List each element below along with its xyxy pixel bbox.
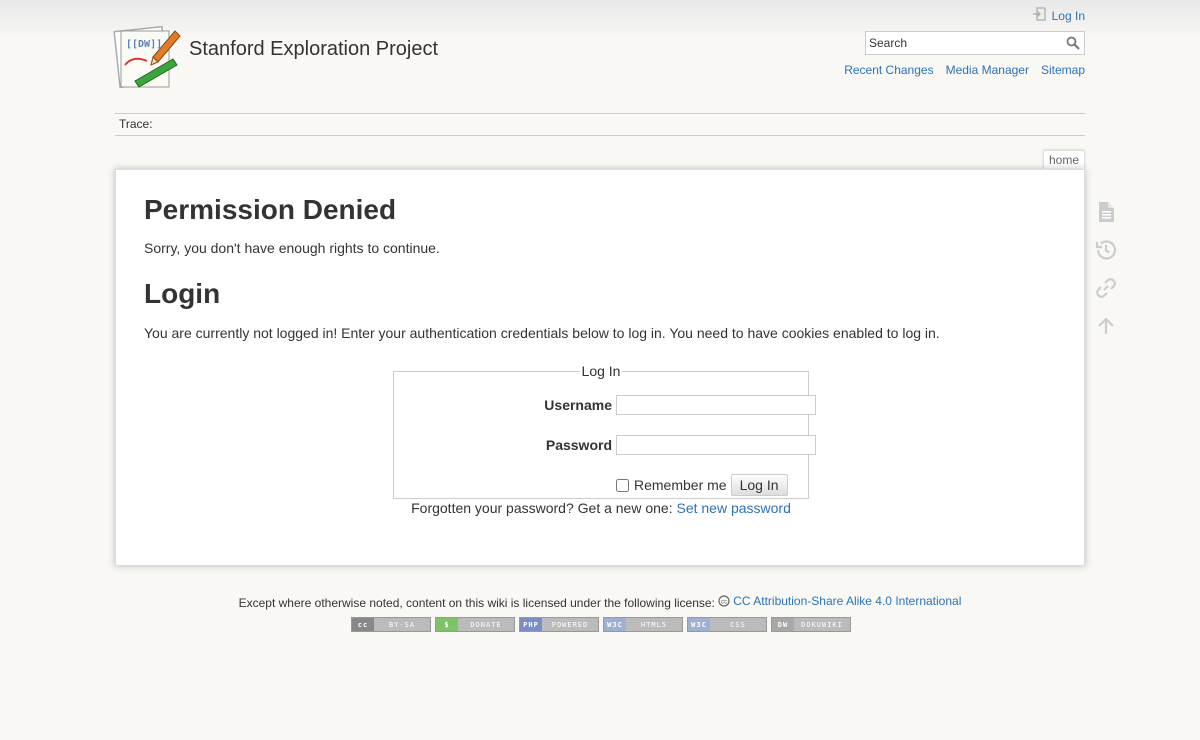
search-input[interactable] (866, 32, 1062, 54)
recent-changes-link[interactable]: Recent Changes (844, 63, 933, 77)
badge-right-label: POWERED (542, 618, 598, 631)
remember-row: Remember me Log In (616, 474, 788, 496)
badge-html5[interactable]: W3C HTML5 (603, 617, 683, 632)
badge-left-label: cc (352, 618, 374, 631)
badge-right-label: CSS (710, 618, 766, 631)
badge-right-label: DONATE (458, 618, 514, 631)
media-manager-link[interactable]: Media Manager (946, 63, 1029, 77)
badge-left-label: $ (436, 618, 458, 631)
password-field[interactable] (616, 435, 816, 455)
search-icon (1066, 36, 1080, 50)
user-tools: Log In (1032, 7, 1085, 24)
password-row: Password (516, 435, 816, 455)
search-button[interactable] (1062, 32, 1084, 54)
password-label: Password (545, 437, 612, 453)
cc-license-icon: cc (718, 595, 730, 607)
site-logo[interactable]: [[DW]] (113, 25, 181, 93)
backlinks-icon[interactable] (1094, 276, 1118, 300)
search-box (865, 31, 1085, 55)
username-label: Username (544, 397, 612, 413)
badge-left-label: W3C (688, 618, 710, 631)
badge-left-label: W3C (604, 618, 626, 631)
login-form: Log In Username Password Remember me Log… (393, 363, 816, 499)
sitemap-link[interactable]: Sitemap (1041, 63, 1085, 77)
set-new-password-link[interactable]: Set new password (676, 500, 790, 516)
breadcrumb: Trace: (115, 113, 1085, 136)
remember-me-checkbox[interactable] (616, 478, 629, 492)
footer-badges: cc BY-SA $ DONATE PHP POWERED W3C HTML5 W3C CSS DW… (351, 617, 851, 632)
site-title[interactable]: Stanford Exploration Project (189, 38, 438, 61)
username-row: Username (516, 395, 816, 415)
badge-left-label: DW (772, 618, 794, 631)
tab-home[interactable]: home (1043, 150, 1085, 170)
permission-message: Sorry, you don't have enough rights to c… (144, 240, 440, 256)
login-submit-button[interactable]: Log In (730, 474, 788, 496)
license-link[interactable]: cc CC Attribution-Share Alike 4.0 Intern… (718, 594, 961, 608)
login-legend: Log In (581, 363, 621, 379)
username-field[interactable] (616, 395, 816, 415)
badge-dokuwiki[interactable]: DW DOKUWIKI (771, 617, 851, 632)
badge-left-label: PHP (520, 618, 542, 631)
badge-powered[interactable]: PHP POWERED (519, 617, 599, 632)
svg-text:[[DW]]: [[DW]] (126, 39, 162, 50)
badge-css[interactable]: W3C CSS (687, 617, 767, 632)
back-to-top-icon[interactable] (1094, 314, 1118, 338)
license-notice: Except where otherwise noted, content on… (0, 594, 1200, 610)
forgot-text: Forgotten your password? Get a new one: (411, 500, 677, 516)
remember-me-label[interactable]: Remember me (634, 477, 727, 493)
page-title: Permission Denied (144, 194, 397, 225)
login-instructions: You are currently not logged in! Enter y… (144, 325, 940, 341)
main-content: Permission Denied Sorry, you don't have … (115, 169, 1085, 566)
license-text: Except where otherwise noted, content on… (238, 596, 715, 610)
login-icon (1032, 7, 1046, 24)
forgot-password: Forgotten your password? Get a new one: … (116, 500, 1086, 516)
site-tools: Recent Changes Media Manager Sitemap (844, 63, 1085, 77)
login-heading: Login (144, 278, 221, 309)
badge-donate[interactable]: $ DONATE (435, 617, 515, 632)
badge-right-label: HTML5 (626, 618, 682, 631)
svg-text:cc: cc (721, 600, 727, 606)
page-tools (1094, 200, 1118, 338)
login-link[interactable]: Log In (1052, 9, 1085, 23)
old-revisions-icon[interactable] (1094, 238, 1118, 262)
badge-right-label: BY-SA (374, 618, 430, 631)
badge-right-label: DOKUWIKI (794, 618, 850, 631)
show-page-icon[interactable] (1094, 200, 1118, 224)
breadcrumb-label: Trace: (119, 117, 153, 131)
license-link-label: CC Attribution-Share Alike 4.0 Internati… (733, 594, 962, 608)
badge-by-sa[interactable]: cc BY-SA (351, 617, 431, 632)
